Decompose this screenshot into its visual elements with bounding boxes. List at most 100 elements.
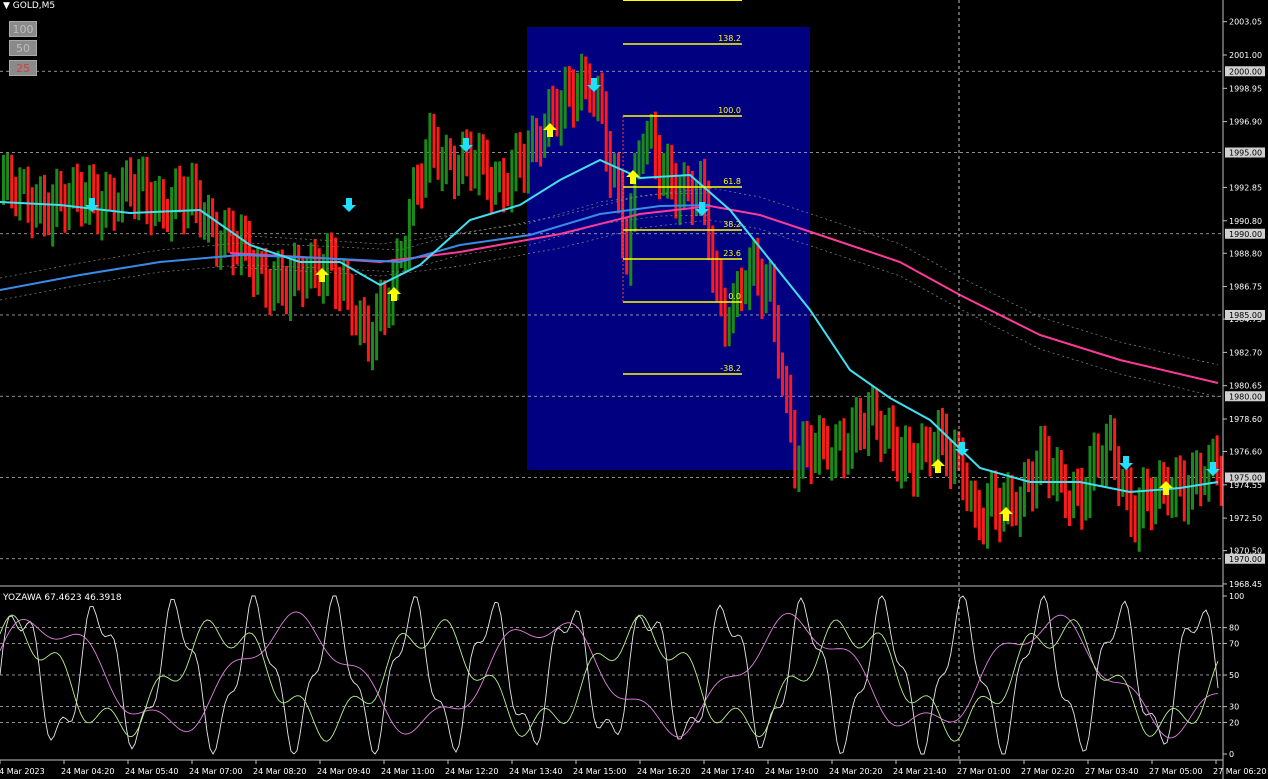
candle (592, 87, 596, 117)
symbol-title[interactable]: ▼ GOLD,M5 (3, 1, 55, 11)
candle (748, 247, 752, 311)
candle (297, 244, 301, 291)
candle (120, 167, 124, 223)
time-tick-label: 24 Mar 16:20 (637, 767, 690, 776)
candle (350, 274, 354, 336)
candle (166, 198, 169, 233)
candle (219, 230, 223, 270)
candle (436, 126, 440, 180)
candle (125, 160, 128, 202)
candle (1014, 491, 1018, 526)
time-tick-label: 24 Mar 15:00 (573, 767, 626, 776)
candle (1125, 466, 1129, 511)
candle (485, 139, 489, 200)
candle (26, 166, 30, 223)
candle (1186, 475, 1190, 525)
candle (153, 180, 157, 227)
candle (79, 172, 83, 227)
candle (1191, 452, 1194, 510)
candle (354, 305, 358, 336)
candle (629, 193, 633, 286)
candle (161, 179, 165, 229)
candle (678, 176, 682, 226)
candle (170, 187, 174, 242)
candle (194, 163, 198, 224)
candle (18, 167, 22, 221)
candle (502, 157, 506, 213)
candle (973, 480, 977, 528)
candle (805, 420, 809, 468)
time-tick-label: 24 Mar 08:20 (253, 767, 306, 776)
time-axis[interactable]: 24 Mar 2023 24 Mar 04:20 24 Mar 05:40 24 Ma… (0, 759, 1266, 776)
fib-level-label: 23.6 (723, 249, 741, 258)
candle (145, 156, 149, 225)
candle (854, 397, 858, 453)
candle (1072, 471, 1076, 519)
time-tick-label: 24 Mar 19:00 (765, 767, 818, 776)
time-tick-label: 24 Mar 13:40 (509, 767, 562, 776)
button-100[interactable]: 100 (9, 21, 37, 37)
candle (424, 139, 428, 198)
time-tick-label: 27 Mar 05:00 (1149, 767, 1202, 776)
candle (658, 134, 661, 200)
candle (1170, 477, 1174, 518)
candle (1178, 455, 1182, 497)
time-tick-label: 27 Mar 06:20 (1213, 767, 1266, 776)
candle (141, 156, 145, 192)
time-tick-label: 27 Mar 02:20 (1021, 767, 1074, 776)
candle (379, 279, 383, 332)
candle (563, 66, 567, 129)
candle (84, 182, 87, 224)
candle (977, 490, 981, 541)
candle (813, 432, 817, 474)
level-label: 1975.00 (1229, 474, 1262, 483)
candle (879, 410, 883, 463)
candle (457, 154, 461, 196)
candle (875, 388, 879, 440)
price-axis[interactable]: 2003.05 2001.00 1998.95 1996.90 1992.85 1990.… (1223, 18, 1265, 589)
candle (6, 152, 10, 201)
level-label: 1990.00 (1229, 230, 1262, 239)
price-tick-label: 1986.75 (1229, 283, 1262, 292)
candle (1088, 445, 1092, 519)
triangle-down-icon[interactable]: ▼ (3, 1, 10, 11)
symbol-label-text: GOLD,M5 (12, 1, 56, 11)
candle (301, 258, 305, 308)
button-50[interactable]: 50 (9, 40, 37, 56)
candle (1154, 476, 1158, 525)
candle (785, 365, 789, 414)
candle (715, 250, 719, 302)
candle (1080, 467, 1084, 530)
time-tick-label: 24 Mar 20:20 (829, 767, 882, 776)
candle (686, 165, 690, 202)
candle (432, 113, 436, 168)
candle (416, 164, 420, 205)
candle (1215, 435, 1219, 486)
level-label: 2000.00 (1229, 67, 1262, 76)
chart-canvas[interactable]: 138.2100.061.838.223.60.0-38.2 2003.0520… (0, 0, 1268, 779)
price-tick-label: 1980.65 (1229, 382, 1262, 391)
candle (43, 174, 46, 237)
fib-level-label: 61.8 (723, 177, 741, 186)
candle (682, 162, 686, 209)
candle (1051, 458, 1055, 496)
candle (34, 184, 38, 228)
candle (858, 397, 862, 451)
candle (760, 258, 764, 319)
candle (51, 184, 55, 247)
candle (670, 144, 674, 200)
candle (284, 265, 288, 315)
button-25[interactable]: 25 (9, 60, 37, 76)
candle (990, 471, 994, 517)
candle (522, 143, 526, 193)
candle (723, 287, 727, 347)
time-tick-label: 24 Mar 12:20 (445, 767, 498, 776)
candle (916, 443, 920, 497)
price-tick-label: 1976.60 (1229, 448, 1262, 457)
candle (71, 167, 75, 209)
candle (399, 241, 403, 269)
indicator-axis: 100 80 70 50 30 20 0 (1223, 592, 1244, 759)
candle (477, 132, 481, 196)
candle (822, 418, 825, 460)
fib-level-label: 38.2 (723, 220, 741, 229)
